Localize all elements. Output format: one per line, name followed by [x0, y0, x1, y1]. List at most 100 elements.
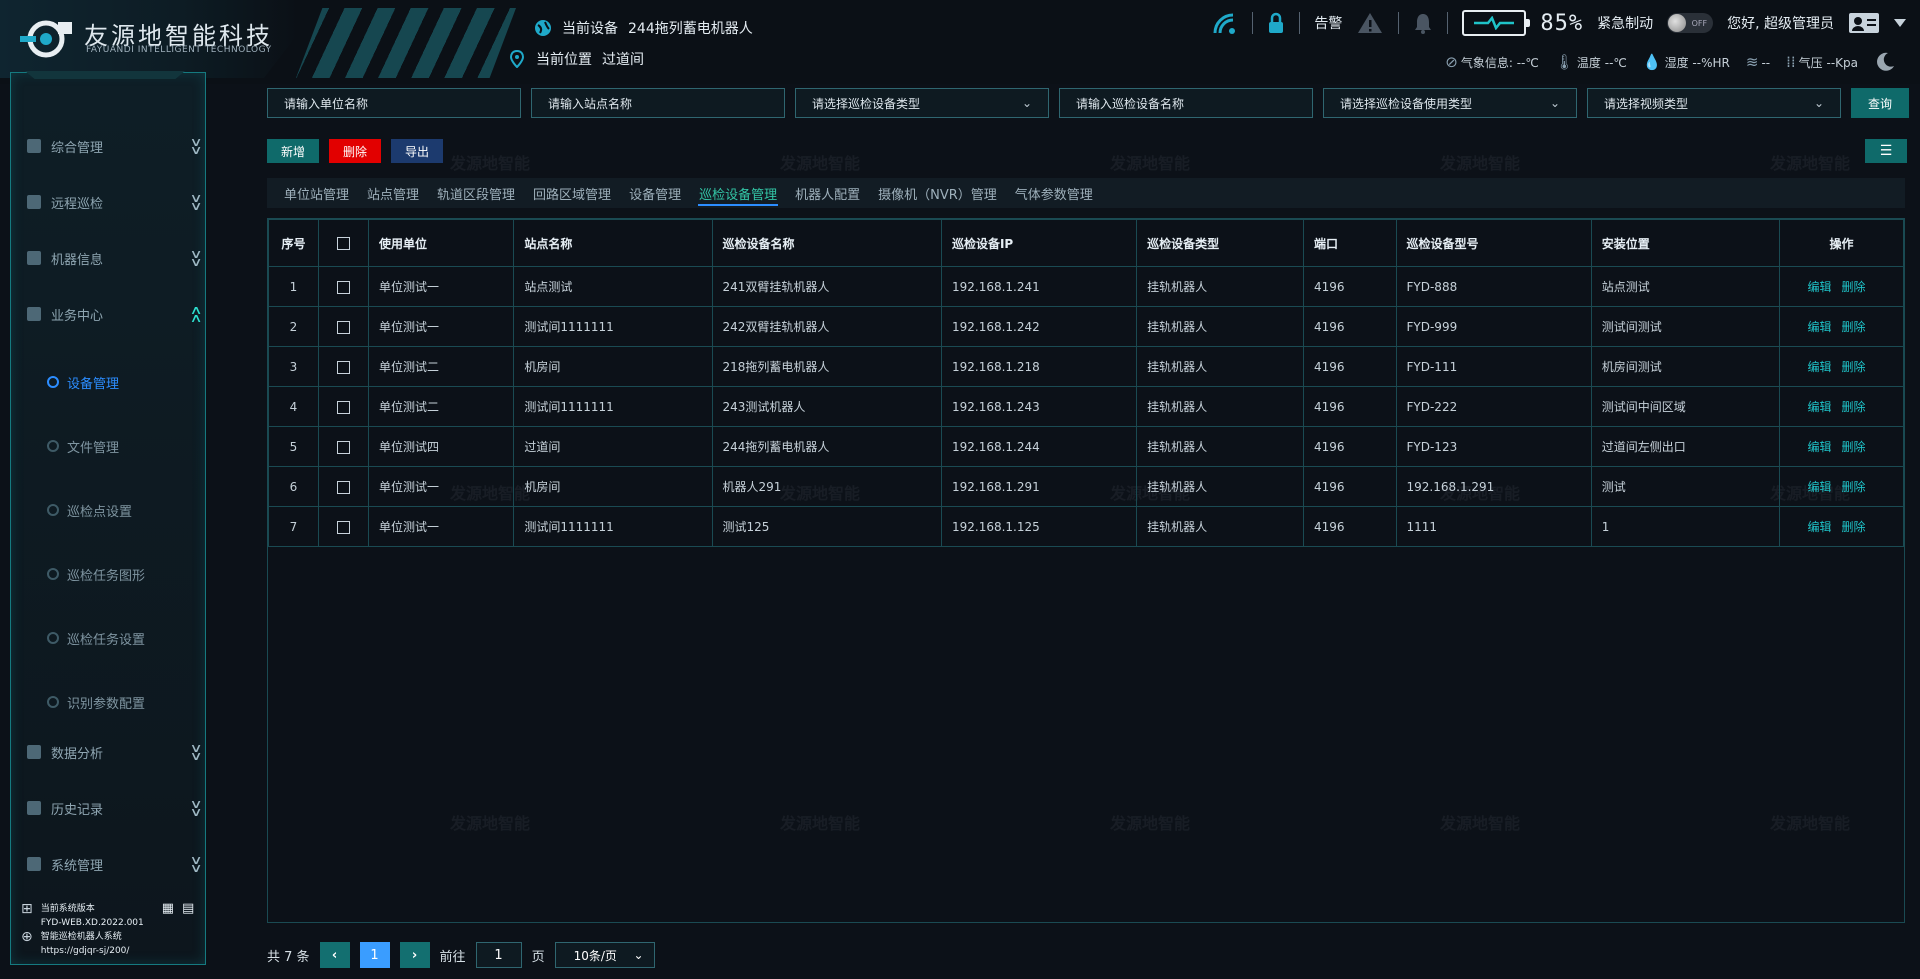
tab-6[interactable]: 机器人配置 [786, 178, 869, 208]
station-name-input[interactable]: 请输入站点名称 [531, 88, 785, 118]
cell-5: 挂轨机器人 [1136, 266, 1305, 307]
tab-7[interactable]: 摄像机（NVR）管理 [869, 178, 1006, 208]
cell-7: FYD-111 [1395, 346, 1592, 387]
delete-link[interactable]: 删除 [1842, 320, 1866, 334]
cell-5: 挂轨机器人 [1136, 386, 1305, 427]
tab-5[interactable]: 巡检设备管理 [690, 178, 786, 208]
sidebar-item-remote[interactable]: 远程巡检 ∨ ∨ [27, 189, 203, 215]
moon-icon[interactable] [1874, 51, 1896, 73]
bell-icon[interactable] [1413, 12, 1433, 34]
device-type-select[interactable]: 请选择巡检设备类型 ⌄ [795, 88, 1049, 118]
row-actions: 编辑 删除 [1779, 386, 1904, 427]
row-checkbox[interactable] [337, 280, 350, 294]
estop-toggle[interactable]: OFF [1667, 13, 1714, 33]
delete-link[interactable]: 删除 [1842, 280, 1866, 294]
row-checkbox[interactable] [337, 520, 350, 534]
row-select-cell[interactable] [318, 426, 369, 467]
next-page-button[interactable]: › [399, 942, 430, 968]
video-type-select[interactable]: 请选择视频类型 ⌄ [1587, 88, 1841, 118]
tab-0[interactable]: 单位站管理 [275, 178, 358, 208]
row-select-cell[interactable] [318, 346, 369, 387]
sidebar-item-analysis[interactable]: 数据分析 ∨ ∨ [27, 739, 203, 765]
row-checkbox[interactable] [337, 360, 350, 374]
edit-link[interactable]: 编辑 [1808, 360, 1832, 374]
select-all-checkbox[interactable] [337, 237, 350, 250]
sidebar-subitem-files[interactable]: 文件管理 [47, 435, 119, 457]
row-select-cell[interactable] [318, 306, 369, 347]
tab-3[interactable]: 回路区域管理 [524, 178, 620, 208]
delete-link[interactable]: 删除 [1842, 480, 1866, 494]
sidebar-subitem-task-settings[interactable]: 巡检任务设置 [47, 627, 145, 649]
delete-link[interactable]: 删除 [1842, 440, 1866, 454]
sidebar-item-machine[interactable]: 机器信息 ∨ ∨ [27, 245, 203, 271]
sidebar-item-comprehensive[interactable]: 综合管理 ∨ ∨ [27, 133, 203, 159]
watermark-text: 发源地智能 [1770, 154, 1851, 173]
toggle-state: OFF [1691, 18, 1708, 28]
delete-link[interactable]: 删除 [1842, 400, 1866, 414]
tab-2[interactable]: 轨道区段管理 [428, 178, 524, 208]
row-checkbox[interactable] [337, 400, 350, 414]
column-header-select[interactable] [318, 219, 369, 267]
system-url[interactable]: https://gdjqr-sj/200/ [41, 944, 130, 958]
row-select-cell[interactable] [318, 386, 369, 427]
cell-3: 机器人291 [711, 466, 942, 507]
edit-link[interactable]: 编辑 [1808, 480, 1832, 494]
row-checkbox[interactable] [337, 320, 350, 334]
table-row: 6 单位测试一 机房间 机器人291 192.168.1.291 挂轨机器人 4196 192… [268, 466, 1904, 507]
signal-icon[interactable] [1212, 11, 1238, 35]
usage-type-select[interactable]: 请选择巡检设备使用类型 ⌄ [1323, 88, 1577, 118]
columns-button[interactable]: ☰ [1865, 139, 1907, 163]
edit-link[interactable]: 编辑 [1808, 320, 1832, 334]
version-info: ⊞ 当前系统版本 FYD-WEB.XD.2022.001 ▦ ▤ ⊕ 智能巡检机… [21, 902, 201, 958]
column-header-8: 安装位置 [1590, 219, 1781, 267]
page-size-select[interactable]: 10条/页 ⌄ [554, 942, 655, 968]
chevron-down-icon: ⌄ [633, 948, 644, 962]
header-status-bar: 告警 85% 紧急制动 OFF 您好, 超级管理员 [1212, 8, 1906, 38]
delete-link[interactable]: 删除 [1842, 360, 1866, 374]
tab-4[interactable]: 设备管理 [620, 178, 690, 208]
warning-icon[interactable] [1356, 11, 1384, 35]
row-select-cell[interactable] [318, 266, 369, 307]
divider [1299, 12, 1301, 34]
watermark-text: 发源地智能 [450, 154, 531, 173]
sidebar-item-history[interactable]: 历史记录 ∨ ∨ [27, 795, 203, 821]
edit-link[interactable]: 编辑 [1808, 520, 1832, 534]
document-icon[interactable]: ▤ [182, 902, 194, 916]
sidebar-item-business[interactable]: 业务中心 ∧ ∧ [27, 301, 203, 327]
row-checkbox[interactable] [337, 480, 350, 494]
device-table: 序号 使用单位 站点名称 巡检设备名称 巡检设备IP 巡检设备类型 端口 巡检设备型号 安装位置… [267, 218, 1905, 923]
export-button[interactable]: 导出 [391, 139, 444, 163]
location-label: 当前位置 [536, 52, 592, 68]
row-select-cell[interactable] [318, 466, 369, 507]
edit-link[interactable]: 编辑 [1808, 440, 1832, 454]
user-greeting: 您好, 超级管理员 [1727, 16, 1834, 32]
pressure: ⁞⁞ 气压 --Kpa [1786, 53, 1858, 71]
goto-page-input[interactable]: 1 [475, 942, 522, 968]
chevron-down-icon[interactable] [1894, 18, 1906, 28]
delete-link[interactable]: 删除 [1842, 520, 1866, 534]
lock-icon[interactable] [1267, 12, 1285, 34]
sidebar-subitem-recognition[interactable]: 识别参数配置 [47, 691, 145, 713]
add-button[interactable]: 新增 [267, 139, 320, 163]
sidebar-subitem-points[interactable]: 巡检点设置 [47, 499, 132, 521]
tab-8[interactable]: 气体参数管理 [1006, 178, 1102, 208]
sidebar-subitem-task-graph[interactable]: 巡检任务图形 [47, 563, 145, 585]
prev-page-button[interactable]: ‹ [319, 942, 350, 968]
unit-name-input[interactable]: 请输入单位名称 [267, 88, 521, 118]
cell-5: 挂轨机器人 [1136, 306, 1305, 347]
device-name-input[interactable]: 请输入巡检设备名称 [1059, 88, 1313, 118]
chevron-up-icon: ∧ ∧ [189, 303, 203, 325]
user-card-icon[interactable] [1848, 11, 1880, 35]
sidebar-item-system[interactable]: 系统管理 ∨ ∨ [27, 851, 203, 877]
sidebar-subitem-device[interactable]: 设备管理 [47, 371, 119, 393]
page-number[interactable]: 1 [359, 942, 390, 968]
row-select-cell[interactable] [318, 506, 369, 547]
delete-button[interactable]: 删除 [329, 139, 382, 163]
edit-link[interactable]: 编辑 [1808, 400, 1832, 414]
windows-icon: ⊞ [21, 901, 33, 917]
edit-link[interactable]: 编辑 [1808, 280, 1832, 294]
tab-1[interactable]: 站点管理 [358, 178, 428, 208]
row-checkbox[interactable] [337, 440, 350, 454]
qr-icon[interactable]: ▦ [162, 902, 174, 916]
query-button[interactable]: 查询 [1851, 88, 1909, 118]
